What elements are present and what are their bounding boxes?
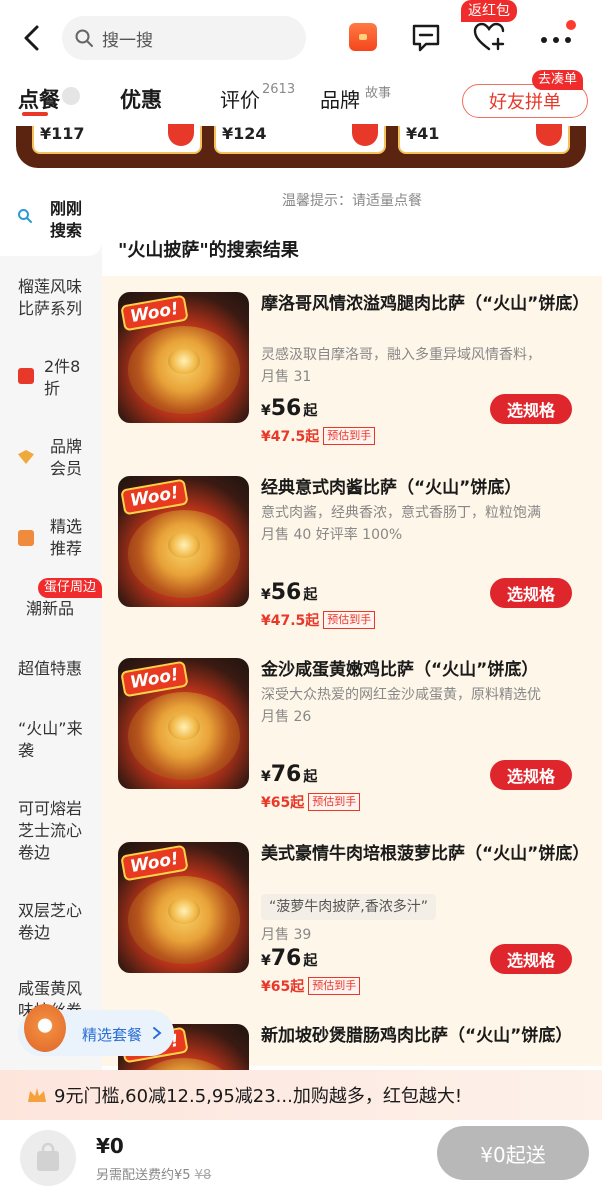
product-image: Woo! [118,292,249,423]
search-result-title: "火山披萨"的搜索结果 [118,240,299,261]
product-name: 金沙咸蛋黄嫩鸡比萨（“火山”饼底） [261,660,539,680]
estimated-price: ¥65起 预估到手 [261,792,361,812]
sidebar-item-label: “火山”来 袭 [18,719,83,760]
cart-total: ¥0 [96,1134,124,1158]
select-spec-button[interactable]: 选规格 [490,394,572,424]
delivery-fee-note: 另需配送费约¥5 ¥8 [96,1168,212,1183]
product-price: ¥76 起 [261,946,318,971]
product-image: Woo! [118,476,249,607]
favorite-add-icon[interactable] [472,20,508,54]
promo-text: 9元门槛,60减12.5,95减23...加购越多，红包越大! [54,1086,463,1107]
tab-active-indicator [22,112,48,116]
thumbs-up-icon [18,530,34,546]
reviews-count: 2613 [262,82,296,97]
product-tag: “菠萝牛肉披萨,香浓多汁” [261,894,436,920]
chevron-right-icon [153,1027,162,1039]
sidebar-item-label: 潮新品 [26,599,75,618]
select-spec-button[interactable]: 选规格 [490,578,572,608]
discount-icon [18,368,34,384]
product-desc: 灵感汲取自摩洛哥，融入多重异域风情香料， [261,347,541,363]
product-price: ¥56 起 [261,580,318,605]
promo-bar[interactable]: 9元门槛,60减12.5,95减23...加购越多，红包越大! [0,1070,602,1120]
search-input[interactable]: 搜一搜 [62,16,306,60]
brand-sup-label: 故事 [365,86,392,101]
red-packet-icon[interactable] [349,23,377,51]
cart-button[interactable] [20,1130,76,1186]
estimated-price: ¥47.5起 预估到手 [261,426,376,446]
fav-badge: 返红包 [461,0,517,22]
product-image: Woo! [118,658,249,789]
product-sales: 月售 39 [261,927,312,943]
product-price: ¥76 起 [261,762,318,787]
tip-text: 温馨提示：请适量点餐 [282,193,422,209]
search-placeholder: 搜一搜 [102,30,153,51]
top-bar: 搜一搜 返红包 [0,0,602,72]
sidebar-item-label: 双层芝心 卷边 [18,901,83,942]
sidebar-item-label: 榴莲风味 比萨系列 [18,277,83,318]
product-name: 美式豪情牛肉培根菠萝比萨（“火山”饼底） [261,844,590,864]
product-name: 新加坡砂煲腊肠鸡肉比萨（“火山”饼底） [261,1026,573,1046]
sidebar-item-label: 品牌 会员 [50,437,83,478]
sidebar-item-label: 超值特惠 [18,659,83,678]
friend-order-badge: 去凑单 [532,70,584,90]
product-name: 摩洛哥风情浓溢鸡腿肉比萨（“火山”饼底） [261,294,590,314]
checkout-button[interactable]: ¥0起送 [437,1126,589,1180]
product-sales: 月售 31 [261,369,312,385]
fox-mascot-icon [24,1004,66,1052]
product-desc: 深受大众热爱的网红金沙咸蛋黄，原料精选优 [261,687,541,703]
tab-deals[interactable]: 优惠 [120,84,162,114]
product-name: 经典意式肉酱比萨（“火山”饼底） [261,478,522,498]
product-image: Woo! [118,842,249,973]
combo-label: 精选套餐 [82,1026,143,1044]
product-price: ¥56 起 [261,396,318,421]
new-item-badge: 蛋仔周边 [38,578,103,598]
select-spec-button[interactable]: 选规格 [490,760,572,790]
collapse-icon[interactable] [62,87,80,105]
sidebar-item-label: 精选 推荐 [50,517,83,558]
banner-price: ¥117 [40,124,85,143]
product-desc: 意式肉酱，经典香浓，意式香肠丁，粒粒饱满 [261,505,541,521]
sidebar-item-label: 2件8 折 [44,357,81,398]
back-arrow-icon[interactable] [18,22,48,54]
product-card[interactable]: Woo! 新加坡砂煲腊肠鸡肉比萨（“火山”饼底） [118,1024,588,1070]
banner-price: ¥124 [222,124,267,143]
delivery-original-price: ¥8 [194,1168,212,1183]
search-icon [75,29,93,47]
tab-order[interactable]: 点餐 [18,84,60,114]
estimated-price: ¥65起 预估到手 [261,976,361,996]
shopping-bag-icon [37,1143,59,1171]
select-spec-button[interactable]: 选规格 [490,944,572,974]
estimated-price: ¥47.5起 预估到手 [261,610,376,630]
tab-brand[interactable]: 品牌 [320,84,360,113]
more-icon[interactable] [540,30,572,50]
banner-price: ¥41 [406,124,440,143]
notification-dot [566,20,576,30]
tab-reviews[interactable]: 评价 [220,84,260,113]
message-icon[interactable] [410,20,442,54]
sidebar-item-label: 可可熔岩 芝士流心 卷边 [18,799,83,862]
search-icon [18,209,32,223]
product-sales: 月售 26 [261,709,312,725]
crown-icon [28,1088,46,1102]
product-sales: 月售 40 好评率 100% [261,527,403,543]
cart-bar: ¥0 另需配送费约¥5 ¥8 ¥0起送 [0,1120,602,1200]
featured-combo-button[interactable]: 精选套餐 [18,1004,174,1056]
sidebar-item-label: 刚刚 搜索 [50,199,83,240]
